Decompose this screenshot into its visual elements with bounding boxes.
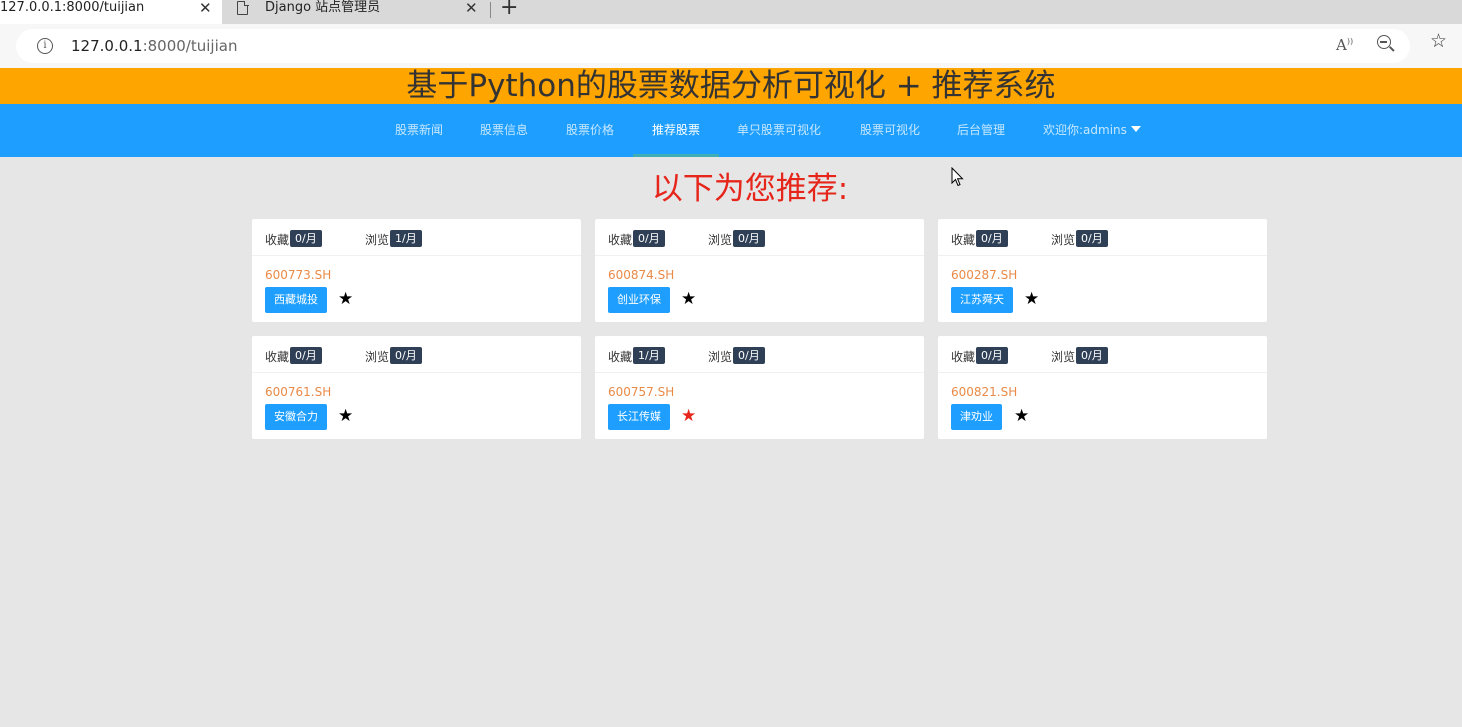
star-icon[interactable]: ★ [1024, 289, 1039, 309]
caret-down-icon [1130, 126, 1141, 132]
active-tab-indicator [633, 154, 719, 157]
stock-name-button[interactable]: 津劝业 [951, 404, 1002, 430]
stock-name-button[interactable]: 长江传媒 [608, 404, 670, 430]
card-header: 收藏 0/月 浏览 1/月 [252, 219, 581, 256]
new-tab-icon[interactable]: + [500, 0, 518, 19]
nav-item-admin[interactable]: 后台管理 [957, 104, 1005, 157]
stock-card: 收藏 0/月 浏览 0/月 600821.SH 津劝业 ★ [938, 336, 1267, 439]
main-nav: 股票新闻 股票信息 股票价格 推荐股票 单只股票可视化 股票可视化 后台管理 欢… [0, 104, 1462, 157]
stock-code: 600287.SH [951, 268, 1018, 282]
views-label: 浏览 [1051, 350, 1076, 364]
star-icon[interactable]: ★ [681, 289, 696, 309]
favorites-label: 收藏 [265, 233, 290, 247]
browser-address-bar: i 127.0.0.1:8000/tuijian A)) ☆ [0, 24, 1462, 68]
card-header: 收藏 1/月 浏览 0/月 [595, 336, 924, 373]
site-title-bar: 基于Python的股票数据分析可视化 + 推荐系统 [0, 68, 1462, 104]
views-count-badge: 0/月 [390, 347, 422, 364]
zoom-out-icon[interactable] [1377, 35, 1391, 49]
views-label: 浏览 [365, 350, 390, 364]
user-greeting: 欢迎你:admins [1043, 123, 1127, 137]
favorites-label: 收藏 [608, 350, 633, 364]
nav-item-stock-news[interactable]: 股票新闻 [395, 104, 443, 157]
nav-item-stock-price[interactable]: 股票价格 [566, 104, 614, 157]
url-field[interactable]: i 127.0.0.1:8000/tuijian A)) [16, 29, 1410, 63]
stock-card: 收藏 1/月 浏览 0/月 600757.SH 长江传媒 ★ [595, 336, 924, 439]
favorites-count-badge: 0/月 [976, 230, 1008, 247]
views-count-badge: 0/月 [733, 347, 765, 364]
stock-card: 收藏 0/月 浏览 0/月 600874.SH 创业环保 ★ [595, 219, 924, 322]
views-label: 浏览 [708, 350, 733, 364]
nav-item-stock-viz[interactable]: 股票可视化 [860, 104, 920, 157]
nav-item-single-stock-viz[interactable]: 单只股票可视化 [737, 104, 821, 157]
browser-tab-bar: 127.0.0.1:8000/tuijian ✕ Django 站点管理员 ✕ … [0, 0, 1462, 24]
favorites-count-badge: 1/月 [633, 347, 665, 364]
views-count-badge: 0/月 [733, 230, 765, 247]
favorites-count-badge: 0/月 [290, 230, 322, 247]
nav-item-recommend[interactable]: 推荐股票 [652, 104, 700, 157]
card-header: 收藏 0/月 浏览 0/月 [595, 219, 924, 256]
favorites-count-badge: 0/月 [633, 230, 665, 247]
favorites-label: 收藏 [608, 233, 633, 247]
nav-item-stock-info[interactable]: 股票信息 [480, 104, 528, 157]
views-count-badge: 1/月 [390, 230, 422, 247]
url-text[interactable]: 127.0.0.1:8000/tuijian [71, 37, 237, 55]
stock-name-button[interactable]: 江苏舜天 [951, 287, 1013, 313]
card-header: 收藏 0/月 浏览 0/月 [252, 336, 581, 373]
tab-title: 127.0.0.1:8000/tuijian [0, 0, 145, 15]
star-icon[interactable]: ★ [338, 289, 353, 309]
favorites-icon[interactable]: ☆ [1430, 30, 1447, 52]
tab-django-admin[interactable]: Django 站点管理员 ✕ [230, 0, 488, 24]
tab-title: Django 站点管理员 [265, 0, 381, 15]
stock-card: 收藏 0/月 浏览 1/月 600773.SH 西藏城投 ★ [252, 219, 581, 322]
card-header: 收藏 0/月 浏览 0/月 [938, 219, 1267, 256]
close-icon[interactable]: ✕ [465, 0, 478, 16]
page-heading: 以下为您推荐: [651, 171, 849, 207]
document-icon [237, 0, 249, 15]
stock-code: 600761.SH [265, 385, 332, 399]
site-title: 基于Python的股票数据分析可视化 + 推荐系统 [406, 68, 1056, 104]
views-label: 浏览 [708, 233, 733, 247]
url-path: :8000/tuijian [142, 37, 238, 55]
tab-divider [490, 2, 491, 18]
stock-name-button[interactable]: 安徽合力 [265, 404, 327, 430]
site-info-icon[interactable]: i [37, 38, 53, 54]
stock-card: 收藏 0/月 浏览 0/月 600287.SH 江苏舜天 ★ [938, 219, 1267, 322]
card-header: 收藏 0/月 浏览 0/月 [938, 336, 1267, 373]
stock-card: 收藏 0/月 浏览 0/月 600761.SH 安徽合力 ★ [252, 336, 581, 439]
stock-name-button[interactable]: 创业环保 [608, 287, 670, 313]
views-label: 浏览 [365, 233, 390, 247]
views-count-badge: 0/月 [1076, 347, 1108, 364]
stock-code: 600773.SH [265, 268, 332, 282]
star-icon[interactable]: ★ [681, 406, 696, 426]
star-icon[interactable]: ★ [1014, 406, 1029, 426]
views-count-badge: 0/月 [1076, 230, 1108, 247]
favorites-label: 收藏 [951, 350, 976, 364]
stock-code: 600821.SH [951, 385, 1018, 399]
favorites-label: 收藏 [951, 233, 976, 247]
read-aloud-icon[interactable]: A)) [1336, 36, 1353, 54]
favorites-label: 收藏 [265, 350, 290, 364]
favorites-count-badge: 0/月 [290, 347, 322, 364]
stock-code: 600874.SH [608, 268, 675, 282]
close-icon[interactable]: ✕ [199, 0, 212, 16]
star-icon[interactable]: ★ [338, 406, 353, 426]
favorites-count-badge: 0/月 [976, 347, 1008, 364]
stock-name-button[interactable]: 西藏城投 [265, 287, 327, 313]
stock-code: 600757.SH [608, 385, 675, 399]
nav-item-user-menu[interactable]: 欢迎你:admins [1043, 104, 1141, 157]
tab-tuijian[interactable]: 127.0.0.1:8000/tuijian ✕ [0, 0, 222, 24]
url-host: 127.0.0.1 [71, 37, 143, 55]
views-label: 浏览 [1051, 233, 1076, 247]
